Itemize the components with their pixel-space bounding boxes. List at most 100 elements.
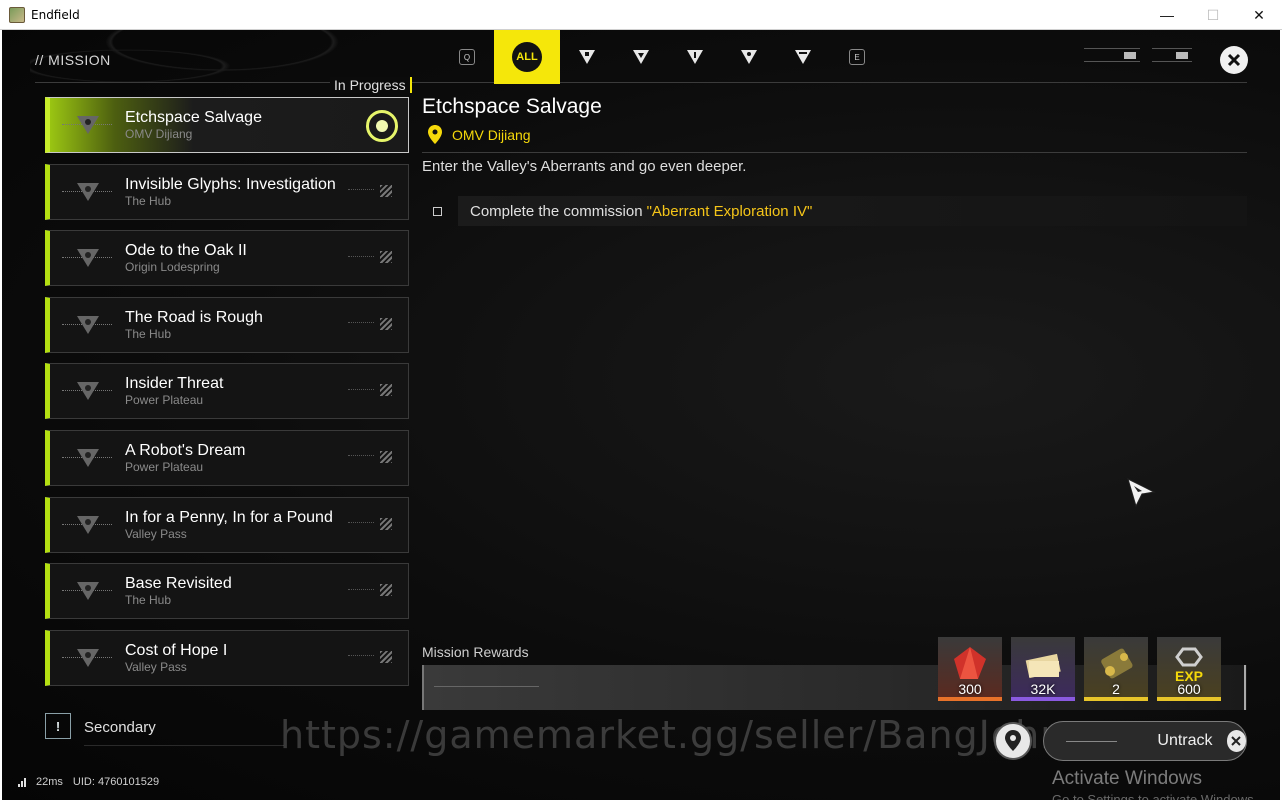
window-title: Endfield (31, 7, 80, 22)
uid-text: UID: 4760101529 (72, 776, 160, 788)
hatch-icon (380, 184, 392, 197)
close-menu-button[interactable] (1220, 46, 1248, 74)
rewards-bar-end (1244, 665, 1246, 710)
reward-quantity: 600 (1177, 681, 1201, 697)
app-icon (9, 6, 25, 23)
x-icon (1231, 736, 1241, 746)
mission-type-icon (76, 515, 99, 534)
tab-next-key[interactable]: E (830, 30, 884, 84)
hatch-icon (380, 317, 392, 330)
hatch-icon (380, 384, 392, 397)
mission-item[interactable]: Invisible Glyphs: Investigation The Hub (45, 163, 409, 220)
mission-item[interactable]: Cost of Hope I Valley Pass (45, 629, 409, 686)
mission-tag (348, 584, 392, 597)
reward-item[interactable]: EXP 600 (1157, 637, 1221, 701)
mission-item[interactable]: A Robot's Dream Power Plateau (45, 429, 409, 486)
secondary-divider (84, 745, 284, 746)
mission-type-icon (76, 382, 99, 401)
tag-line (348, 255, 374, 259)
objective-body: Complete the commission "Aberrant Explor… (458, 196, 1247, 226)
mission-item[interactable]: Ode to the Oak II Origin Lodespring (45, 230, 409, 287)
mission-type-icon-wrap (50, 230, 125, 286)
activate-windows-subtitle: Go to Settings to activate Windows. (1052, 792, 1258, 800)
mission-tag (348, 650, 392, 663)
mission-item[interactable]: Base Revisited The Hub (45, 563, 409, 620)
tab-mission-type-4[interactable] (722, 30, 776, 84)
mission-item[interactable]: The Road is Rough The Hub (45, 296, 409, 353)
location-text: OMV Dijiang (452, 127, 531, 143)
mission-detail-title: Etchspace Salvage (422, 95, 602, 118)
rewards-bar-line (434, 686, 539, 687)
signal-bar (21, 780, 23, 787)
secondary-alert-icon[interactable]: ! (45, 713, 71, 739)
close-window-button[interactable]: ✕ (1236, 0, 1282, 30)
reward-quantity: 300 (958, 681, 982, 697)
mission-type-icon (76, 116, 99, 134)
untrack-button[interactable]: Untrack (1043, 721, 1247, 761)
game-viewport: // MISSION Q ALL E In Progress Etchspace… (0, 30, 1282, 800)
reward-item[interactable]: 2 (1084, 637, 1148, 701)
mission-description: Enter the Valley's Aberrants and go even… (422, 158, 747, 175)
signal-bar (18, 783, 20, 787)
tag-line (348, 655, 374, 658)
map-pin-icon (1005, 730, 1021, 751)
tab-prev-key[interactable]: Q (440, 30, 494, 84)
hud-decoration (1084, 48, 1192, 62)
tab-mission-type-1[interactable] (560, 30, 614, 84)
mission-type-icon-wrap (50, 430, 125, 486)
tag-line (348, 522, 374, 525)
mission-item[interactable]: Etchspace Salvage OMV Dijiang (45, 97, 409, 153)
mission-item[interactable]: Insider Threat Power Plateau (45, 363, 409, 420)
section-label-in-progress: In Progress (330, 77, 412, 93)
ping-text: 22ms (36, 776, 63, 788)
mission-type-icon-wrap (50, 497, 125, 553)
device-part-icon (1101, 648, 1133, 679)
location-pin-icon (428, 125, 442, 144)
mission-list: Etchspace Salvage OMV Dijiang Invisible … (45, 97, 409, 696)
q-key-icon: Q (459, 49, 475, 65)
e-key-icon: E (849, 49, 865, 65)
mission-type-icon (76, 249, 99, 268)
reward-quantity: 32K (1030, 681, 1056, 697)
tab-mission-type-3[interactable] (668, 30, 722, 84)
hatch-icon (380, 251, 392, 264)
hatch-icon (380, 584, 392, 597)
locate-on-map-button[interactable] (994, 722, 1032, 760)
mission-detail-location: OMV Dijiang (428, 125, 531, 145)
mission-tag (348, 450, 392, 463)
tab-mission-type-2[interactable] (614, 30, 668, 84)
reward-tiles: 300 32K 2 EXP 600 (938, 637, 1221, 701)
hatch-icon (380, 517, 392, 530)
mission-tag (348, 517, 392, 530)
tag-line (348, 322, 374, 325)
mission-type-icon (76, 648, 99, 667)
minimize-button[interactable]: — (1144, 0, 1190, 30)
detail-divider (422, 152, 1247, 153)
tab-all-label: ALL (512, 42, 542, 72)
secondary-tab-label[interactable]: Secondary (84, 719, 156, 736)
tab-mission-type-5[interactable] (776, 30, 830, 84)
mission-type-icon (76, 582, 99, 601)
hatch-icon (380, 450, 392, 463)
mission-type-3-icon (687, 50, 703, 64)
mission-filter-tabs: Q ALL E (440, 30, 884, 84)
window-border-left (0, 30, 2, 800)
tag-line (348, 189, 374, 192)
mission-type-icon-wrap (50, 297, 125, 353)
maximize-button[interactable]: ☐ (1190, 0, 1236, 30)
untrack-line (1066, 740, 1118, 742)
tab-all[interactable]: ALL (494, 30, 560, 84)
reward-item[interactable]: 32K (1011, 637, 1075, 701)
reward-item[interactable]: 300 (938, 637, 1002, 701)
untrack-label: Untrack (1157, 732, 1213, 749)
credit-bundle-icon (1025, 653, 1061, 679)
mission-item[interactable]: In for a Penny, In for a Pound Valley Pa… (45, 496, 409, 553)
window-controls: — ☐ ✕ (1144, 0, 1282, 30)
mission-tag (348, 251, 392, 264)
mission-type-icon-wrap (50, 630, 125, 686)
mouse-cursor-icon (1127, 478, 1156, 508)
mission-type-icon-wrap (50, 563, 125, 619)
tag-line (348, 588, 374, 592)
signal-bar (24, 777, 26, 787)
mission-type-4-icon (741, 50, 757, 64)
